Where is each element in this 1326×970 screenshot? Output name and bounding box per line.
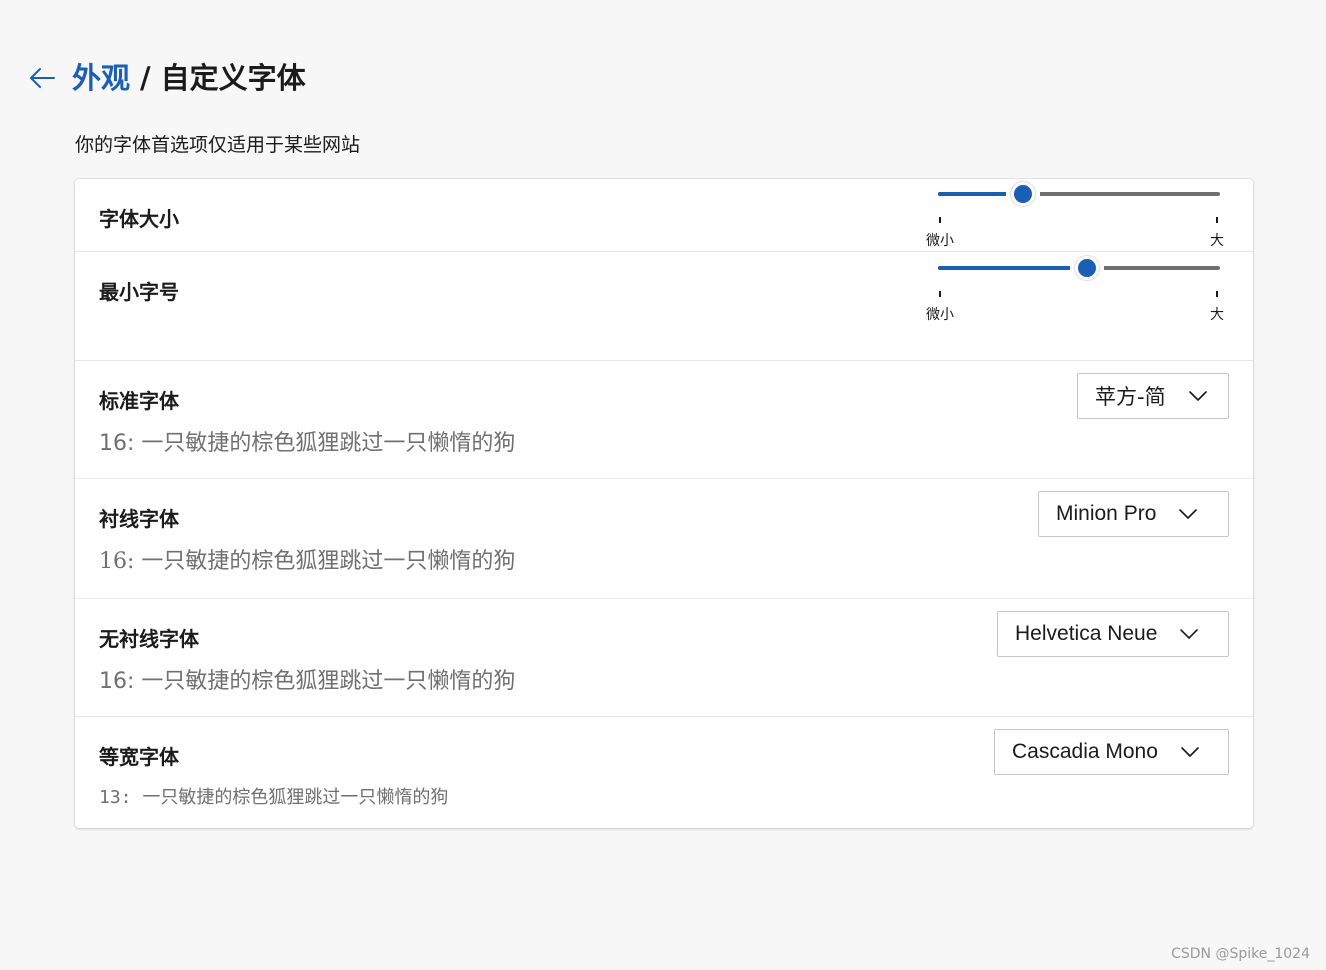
settings-page: 外观 / 自定义字体 你的字体首选项仅适用于某些网站 字体大小 微小 大 最小字号: [0, 0, 1326, 970]
monospace-font-label: 等宽字体: [99, 745, 179, 769]
slider-thumb[interactable]: [1011, 182, 1035, 206]
slider-min-label: 微小: [926, 307, 954, 323]
serif-font-dropdown[interactable]: Minion Pro: [1038, 491, 1229, 537]
page-header: 外观 / 自定义字体: [26, 56, 306, 100]
monospace-font-dropdown[interactable]: Cascadia Mono: [994, 729, 1229, 775]
font-size-slider[interactable]: 微小 大: [925, 182, 1231, 255]
slider-max-label: 大: [1210, 233, 1224, 249]
dropdown-selected-value: 苹方-简: [1095, 385, 1166, 409]
serif-font-row: 衬线字体 16: 一只敏捷的棕色狐狸跳过一只懒惰的狗 Minion Pro: [75, 478, 1253, 598]
sans-serif-font-sample: 16: 一只敏捷的棕色狐狸跳过一只懒惰的狗: [99, 669, 516, 694]
slider-max-label: 大: [1210, 307, 1224, 323]
slider-track[interactable]: [938, 182, 1220, 206]
standard-font-dropdown[interactable]: 苹方-简: [1077, 373, 1229, 419]
chevron-down-icon: [1180, 742, 1200, 762]
monospace-font-row: 等宽字体 13: 一只敏捷的棕色狐狸跳过一只懒惰的狗 Cascadia Mono: [75, 716, 1253, 828]
chevron-down-icon: [1188, 386, 1208, 406]
dropdown-selected-value: Helvetica Neue: [1015, 622, 1158, 645]
standard-font-row: 标准字体 16: 一只敏捷的棕色狐狸跳过一只懒惰的狗 苹方-简: [75, 360, 1253, 478]
slider-min-label: 微小: [926, 233, 954, 249]
chevron-down-icon: [1178, 504, 1198, 524]
slider-thumb[interactable]: [1075, 256, 1099, 280]
slider-fill: [938, 266, 1087, 270]
sans-serif-font-row: 无衬线字体 16: 一只敏捷的棕色狐狸跳过一只懒惰的狗 Helvetica Ne…: [75, 598, 1253, 716]
page-subtitle: 你的字体首选项仅适用于某些网站: [75, 134, 361, 156]
slider-tick-max: [1216, 291, 1218, 297]
watermark: CSDN @Spike_1024: [1171, 946, 1310, 962]
serif-font-sample: 16: 一只敏捷的棕色狐狸跳过一只懒惰的狗: [99, 549, 516, 574]
monospace-font-sample: 13: 一只敏捷的棕色狐狸跳过一只懒惰的狗: [99, 787, 449, 808]
slider-track[interactable]: [938, 256, 1220, 280]
min-font-size-row: 最小字号 微小 大: [75, 251, 1253, 361]
dropdown-selected-value: Cascadia Mono: [1012, 740, 1158, 763]
font-size-label: 字体大小: [99, 207, 179, 231]
back-button[interactable]: [26, 62, 58, 94]
min-font-size-label: 最小字号: [99, 280, 179, 304]
sans-serif-font-label: 无衬线字体: [99, 627, 199, 651]
sans-serif-font-dropdown[interactable]: Helvetica Neue: [997, 611, 1229, 657]
standard-font-sample: 16: 一只敏捷的棕色狐狸跳过一只懒惰的狗: [99, 431, 516, 456]
breadcrumb-separator: /: [140, 61, 151, 95]
dropdown-selected-value: Minion Pro: [1056, 502, 1157, 525]
arrow-left-icon: [30, 68, 55, 88]
breadcrumb: 外观 / 自定义字体: [72, 56, 306, 100]
slider-tick-min: [939, 217, 941, 223]
serif-font-label: 衬线字体: [99, 507, 179, 531]
font-settings-card: 字体大小 微小 大 最小字号 微小 大 标准字体 16: 一只敏捷的棕色狐狸跳过…: [75, 179, 1253, 828]
breadcrumb-parent-link[interactable]: 外观: [72, 61, 130, 95]
slider-tick-min: [939, 291, 941, 297]
slider-tick-max: [1216, 217, 1218, 223]
standard-font-label: 标准字体: [99, 389, 179, 413]
font-size-row: 字体大小 微小 大: [75, 179, 1253, 252]
chevron-down-icon: [1179, 624, 1199, 644]
page-title: 自定义字体: [160, 61, 306, 95]
min-font-size-slider[interactable]: 微小 大: [925, 256, 1231, 329]
